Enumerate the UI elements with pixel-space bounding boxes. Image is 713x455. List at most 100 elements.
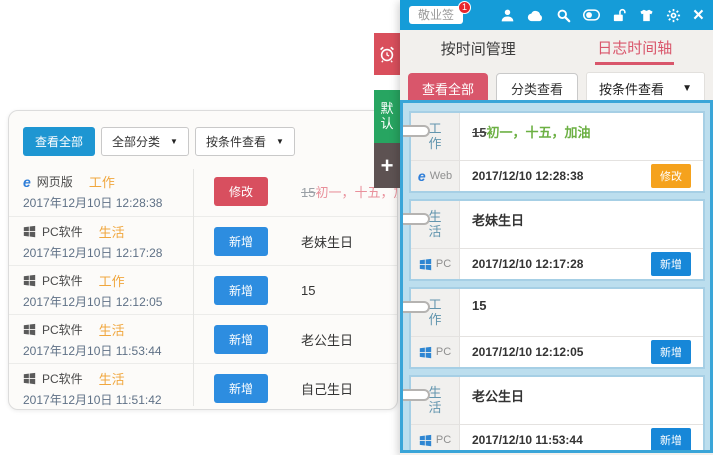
timeline-card: 生活 老公生日 PC 2017/12/10 11:53:44 新增: [409, 375, 705, 453]
timestamp: 2017年12月10日 11:53:44: [23, 342, 193, 359]
tab-time-manage[interactable]: 按时间管理: [400, 32, 557, 65]
table-row: PC软件 生活 2017年12月10日 11:51:42 新增 自己生日: [9, 363, 397, 410]
app-panel: 敬业签 1 × 按时间管理 日志时间轴 查看全部: [400, 0, 713, 455]
note-content: 老公生日: [460, 377, 703, 424]
app-name: 敬业签: [418, 8, 454, 22]
default-board-label: 默认: [380, 102, 395, 132]
timestamp: 2017/12/10 12:17:28: [472, 257, 583, 271]
category-label: 工作: [99, 271, 125, 290]
source-label: PC: [436, 434, 451, 446]
source-label: PC: [436, 258, 451, 270]
toggle-icon[interactable]: [583, 9, 600, 21]
dropdown-arrow-icon: ▼: [276, 137, 284, 146]
source-label: PC软件: [42, 321, 83, 338]
source-label: Web: [430, 170, 452, 182]
source-label: PC: [436, 346, 451, 358]
add-button[interactable]: 新增: [214, 374, 268, 403]
timestamp: 2017年12月10日 12:28:38: [23, 194, 193, 211]
add-button[interactable]: 新增: [651, 428, 691, 452]
source-label: 网页版: [37, 173, 73, 190]
settings-gear-icon[interactable]: [666, 8, 681, 23]
content-text: 老公生日: [472, 389, 524, 404]
struck-text: 15: [301, 185, 315, 200]
user-icon[interactable]: [500, 8, 515, 23]
ie-icon: e: [418, 169, 426, 183]
source-label: PC软件: [42, 370, 83, 387]
app-logo-badge[interactable]: 敬业签 1: [409, 6, 463, 24]
note-content: 老公生日: [289, 330, 397, 349]
content-text: 老妹生日: [472, 213, 524, 228]
condition-filter-label: 按条件查看: [206, 133, 266, 150]
add-button[interactable]: 新增: [651, 340, 691, 364]
table-row: e 网页版 工作 2017年12月10日 12:28:38 修改 15初一，十五…: [9, 167, 397, 216]
modify-button[interactable]: 修改: [651, 164, 691, 188]
tab-label: 按时间管理: [439, 32, 518, 65]
alarm-clock-icon: [377, 44, 397, 64]
column-divider: [193, 169, 194, 406]
tab-log-timeline[interactable]: 日志时间轴: [557, 31, 713, 65]
timeline-card: 工作 15 PC 2017/12/10 12:12:05 新增: [409, 287, 705, 369]
timeline-card: 工作 15初一，十五，加油 e Web 2017/12/10 12:28:38 …: [409, 111, 705, 193]
search-icon[interactable]: [556, 8, 571, 23]
category-filter-label: 全部分类: [112, 133, 160, 150]
add-button[interactable]: 新增: [214, 227, 268, 256]
category-label: 生活: [99, 320, 125, 339]
windows-icon: [419, 258, 432, 271]
windows-icon: [419, 346, 432, 359]
cloud-sync-icon[interactable]: [527, 9, 544, 22]
history-rows: e 网页版 工作 2017年12月10日 12:28:38 修改 15初一，十五…: [9, 167, 397, 410]
history-panel: 查看全部 全部分类 ▼ 按条件查看 ▼ e 网页版 工作 20: [8, 110, 398, 410]
modify-button[interactable]: 修改: [214, 177, 268, 206]
clip-icon: [400, 301, 430, 313]
content-text: 15: [301, 283, 315, 298]
content-text: 老公生日: [301, 333, 353, 348]
default-board-tab[interactable]: 默认: [374, 90, 400, 143]
timeline-card: 生活 老妹生日 PC 2017/12/10 12:17:28 新增: [409, 199, 705, 281]
source-label: PC软件: [42, 272, 83, 289]
note-content: 自己生日: [289, 379, 397, 398]
theme-skin-icon[interactable]: [639, 8, 654, 23]
windows-icon: [419, 434, 432, 447]
content-text: 初一，十五，加油: [486, 125, 590, 140]
category-label: 生活: [428, 210, 443, 240]
condition-filter-dropdown[interactable]: 按条件查看 ▼: [195, 127, 295, 156]
note-content: 老妹生日: [460, 201, 703, 248]
plus-icon: +: [381, 153, 394, 179]
timestamp: 2017/12/10 11:53:44: [472, 433, 583, 447]
category-label: 工作: [89, 172, 115, 191]
ie-icon: e: [23, 175, 31, 189]
tab-label: 日志时间轴: [595, 31, 674, 65]
by-condition-label: 按条件查看: [599, 79, 664, 98]
close-icon[interactable]: ×: [693, 6, 704, 25]
unlock-icon[interactable]: [612, 8, 627, 23]
add-button[interactable]: 新增: [214, 325, 268, 354]
add-note-tab[interactable]: +: [374, 143, 400, 188]
notification-badge: 1: [458, 1, 471, 14]
struck-text: 15: [472, 125, 486, 140]
content-text: 15: [472, 298, 486, 313]
category-label: 生活: [99, 369, 125, 388]
screen: 查看全部 全部分类 ▼ 按条件查看 ▼ e 网页版 工作 20: [0, 0, 713, 455]
timestamp: 2017年12月10日 12:17:28: [23, 244, 193, 261]
add-button[interactable]: 新增: [651, 252, 691, 276]
clip-icon: [400, 389, 430, 401]
timestamp: 2017年12月10日 12:12:05: [23, 293, 193, 310]
timestamp: 2017/12/10 12:28:38: [472, 169, 583, 183]
category-label: 生活: [428, 386, 443, 416]
history-toolbar: 查看全部 全部分类 ▼ 按条件查看 ▼: [9, 111, 397, 167]
table-row: PC软件 生活 2017年12月10日 12:17:28 新增 老妹生日: [9, 216, 397, 265]
category-label: 生活: [99, 222, 125, 241]
clip-icon: [400, 125, 430, 137]
category-label: 工作: [428, 298, 443, 328]
windows-icon: [23, 323, 36, 336]
view-all-button[interactable]: 查看全部: [23, 127, 95, 156]
timestamp: 2017年12月10日 11:51:42: [23, 391, 193, 408]
add-button[interactable]: 新增: [214, 276, 268, 305]
timeline-list: 工作 15初一，十五，加油 e Web 2017/12/10 12:28:38 …: [400, 100, 713, 453]
titlebar: 敬业签 1 ×: [400, 0, 713, 30]
category-filter-dropdown[interactable]: 全部分类 ▼: [101, 127, 189, 156]
content-text: 自己生日: [301, 382, 353, 397]
table-row: PC软件 生活 2017年12月10日 11:53:44 新增 老公生日: [9, 314, 397, 363]
table-row: PC软件 工作 2017年12月10日 12:12:05 新增 15: [9, 265, 397, 314]
dropdown-arrow-icon: ▼: [682, 83, 692, 94]
